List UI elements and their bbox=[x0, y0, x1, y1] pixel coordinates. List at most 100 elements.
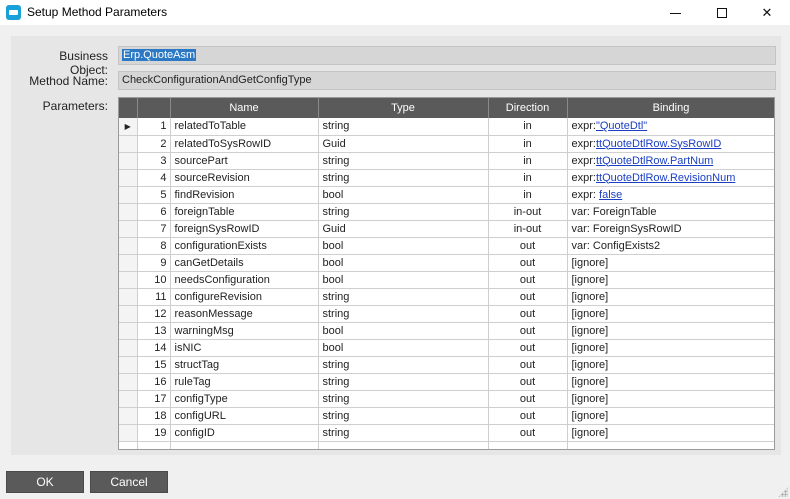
param-name-cell[interactable]: ruleTag bbox=[170, 373, 319, 391]
param-type-cell[interactable]: string bbox=[318, 203, 489, 221]
table-row[interactable]: 19 configID string out [ignore] bbox=[119, 424, 774, 442]
param-name-cell[interactable]: configID bbox=[170, 424, 319, 442]
param-name-cell[interactable]: canGetDetails bbox=[170, 254, 319, 272]
param-type-cell[interactable]: string bbox=[318, 356, 489, 374]
param-name-cell[interactable]: configType bbox=[170, 390, 319, 408]
param-binding-cell[interactable]: var: ConfigExists2 bbox=[567, 237, 774, 255]
row-selector[interactable] bbox=[119, 237, 138, 255]
param-type-cell[interactable]: bool bbox=[318, 186, 489, 204]
param-binding-cell[interactable]: [ignore] bbox=[567, 288, 774, 306]
row-selector[interactable] bbox=[119, 322, 138, 340]
row-number[interactable]: 11 bbox=[137, 288, 171, 306]
param-type-cell[interactable]: string bbox=[318, 288, 489, 306]
param-binding-cell[interactable]: expr:"QuoteDtl" bbox=[567, 118, 774, 136]
table-row[interactable]: 8 configurationExists bool out var: ConfigEx… bbox=[119, 237, 774, 255]
table-row[interactable]: ▶ 1 relatedToTable string in expr:"QuoteDtl" bbox=[119, 118, 774, 136]
table-row[interactable]: 14 isNIC bool out [ignore] bbox=[119, 339, 774, 357]
row-selector[interactable] bbox=[119, 424, 138, 442]
table-row[interactable]: 3 sourcePart string in expr:ttQuoteDtlRow.Pa… bbox=[119, 152, 774, 170]
row-selector[interactable] bbox=[119, 288, 138, 306]
row-selector[interactable] bbox=[119, 339, 138, 357]
resize-grip-icon[interactable] bbox=[778, 487, 788, 497]
maximize-button[interactable] bbox=[699, 0, 745, 25]
param-name-cell[interactable]: sourceRevision bbox=[170, 169, 319, 187]
row-number[interactable]: 5 bbox=[137, 186, 171, 204]
param-name-cell[interactable]: needsConfiguration bbox=[170, 271, 319, 289]
param-binding-cell[interactable]: [ignore] bbox=[567, 373, 774, 391]
row-selector[interactable] bbox=[119, 407, 138, 425]
column-header-name[interactable]: Name bbox=[170, 98, 319, 118]
row-number[interactable]: 4 bbox=[137, 169, 171, 187]
param-binding-cell[interactable]: [ignore] bbox=[567, 254, 774, 272]
row-selector[interactable] bbox=[119, 390, 138, 408]
param-direction-cell[interactable]: out bbox=[488, 339, 568, 357]
row-selector[interactable] bbox=[119, 254, 138, 272]
method-name-field[interactable]: CheckConfigurationAndGetConfigType bbox=[118, 71, 776, 90]
row-selector[interactable] bbox=[119, 135, 138, 153]
row-number[interactable]: 7 bbox=[137, 220, 171, 238]
param-direction-cell[interactable]: out bbox=[488, 373, 568, 391]
param-binding-cell[interactable]: [ignore] bbox=[567, 407, 774, 425]
param-type-cell[interactable]: string bbox=[318, 424, 489, 442]
param-type-cell[interactable]: string bbox=[318, 118, 489, 136]
row-number[interactable]: 10 bbox=[137, 271, 171, 289]
param-binding-cell[interactable]: expr:ttQuoteDtlRow.RevisionNum bbox=[567, 169, 774, 187]
row-number[interactable]: 8 bbox=[137, 237, 171, 255]
param-type-cell[interactable]: Guid bbox=[318, 220, 489, 238]
param-type-cell[interactable]: string bbox=[318, 152, 489, 170]
column-header-direction[interactable]: Direction bbox=[488, 98, 568, 118]
param-type-cell[interactable]: string bbox=[318, 390, 489, 408]
cancel-button[interactable]: Cancel bbox=[90, 471, 168, 493]
param-binding-cell[interactable]: [ignore] bbox=[567, 305, 774, 323]
table-row[interactable]: 7 foreignSysRowID Guid in-out var: ForeignSy… bbox=[119, 220, 774, 238]
row-number[interactable]: 19 bbox=[137, 424, 171, 442]
table-row[interactable]: 6 foreignTable string in-out var: ForeignTab… bbox=[119, 203, 774, 221]
param-binding-cell[interactable]: [ignore] bbox=[567, 339, 774, 357]
row-selector[interactable] bbox=[119, 271, 138, 289]
param-name-cell[interactable]: configurationExists bbox=[170, 237, 319, 255]
param-name-cell[interactable]: foreignSysRowID bbox=[170, 220, 319, 238]
minimize-button[interactable] bbox=[652, 0, 698, 25]
row-number[interactable]: 13 bbox=[137, 322, 171, 340]
param-type-cell[interactable]: Guid bbox=[318, 135, 489, 153]
param-type-cell[interactable]: bool bbox=[318, 237, 489, 255]
binding-expression-link[interactable]: "QuoteDtl" bbox=[596, 120, 647, 132]
row-number[interactable]: 3 bbox=[137, 152, 171, 170]
binding-expression-link[interactable]: ttQuoteDtlRow.PartNum bbox=[596, 155, 713, 167]
param-name-cell[interactable]: isNIC bbox=[170, 339, 319, 357]
param-direction-cell[interactable]: out bbox=[488, 271, 568, 289]
param-name-cell[interactable]: structTag bbox=[170, 356, 319, 374]
param-name-cell[interactable]: configureRevision bbox=[170, 288, 319, 306]
table-row[interactable]: 17 configType string out [ignore] bbox=[119, 390, 774, 408]
param-binding-cell[interactable]: var: ForeignTable bbox=[567, 203, 774, 221]
param-type-cell[interactable]: string bbox=[318, 373, 489, 391]
param-direction-cell[interactable]: out bbox=[488, 390, 568, 408]
param-type-cell[interactable]: bool bbox=[318, 322, 489, 340]
param-name-cell[interactable]: reasonMessage bbox=[170, 305, 319, 323]
param-name-cell[interactable]: sourcePart bbox=[170, 152, 319, 170]
param-direction-cell[interactable]: out bbox=[488, 356, 568, 374]
param-direction-cell[interactable]: out bbox=[488, 322, 568, 340]
table-row[interactable]: 9 canGetDetails bool out [ignore] bbox=[119, 254, 774, 272]
table-row[interactable]: 11 configureRevision string out [ignore] bbox=[119, 288, 774, 306]
row-number[interactable]: 2 bbox=[137, 135, 171, 153]
param-name-cell[interactable]: warningMsg bbox=[170, 322, 319, 340]
close-button[interactable]: ✕ bbox=[744, 0, 790, 25]
table-row[interactable]: 16 ruleTag string out [ignore] bbox=[119, 373, 774, 391]
param-type-cell[interactable]: bool bbox=[318, 271, 489, 289]
row-selector[interactable] bbox=[119, 373, 138, 391]
param-direction-cell[interactable]: in-out bbox=[488, 203, 568, 221]
param-direction-cell[interactable]: in bbox=[488, 186, 568, 204]
param-binding-cell[interactable]: var: ForeignSysRowID bbox=[567, 220, 774, 238]
row-selector[interactable] bbox=[119, 169, 138, 187]
row-number[interactable]: 9 bbox=[137, 254, 171, 272]
param-binding-cell[interactable]: [ignore] bbox=[567, 390, 774, 408]
table-row[interactable]: 13 warningMsg bool out [ignore] bbox=[119, 322, 774, 340]
param-binding-cell[interactable]: expr:ttQuoteDtlRow.SysRowID bbox=[567, 135, 774, 153]
ok-button[interactable]: OK bbox=[6, 471, 84, 493]
param-type-cell[interactable]: bool bbox=[318, 254, 489, 272]
param-binding-cell[interactable]: [ignore] bbox=[567, 271, 774, 289]
row-number[interactable]: 18 bbox=[137, 407, 171, 425]
param-direction-cell[interactable]: out bbox=[488, 424, 568, 442]
row-selector[interactable] bbox=[119, 305, 138, 323]
